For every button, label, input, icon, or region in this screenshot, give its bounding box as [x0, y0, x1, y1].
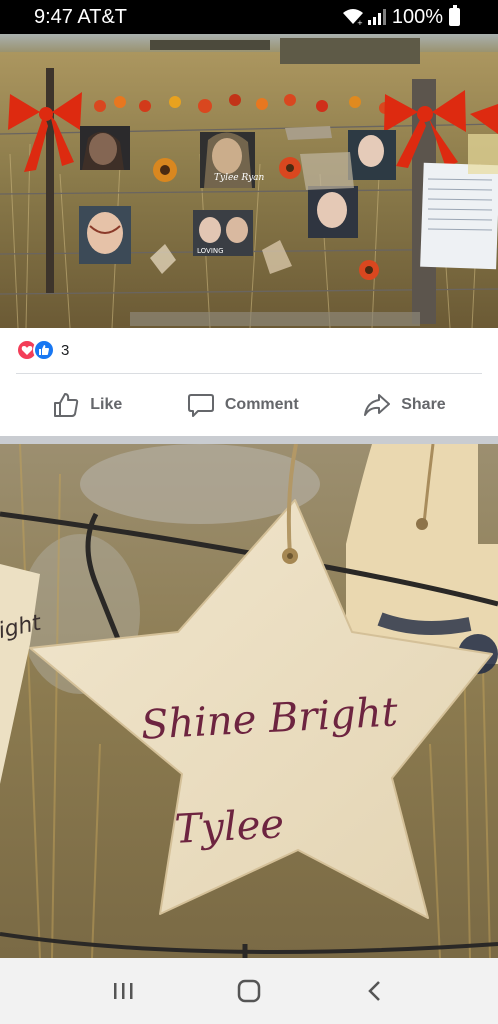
like-label: Like: [90, 396, 123, 413]
thumbs-up-icon: [54, 393, 79, 417]
status-bar: 9:47 AT&T + 100%: [0, 0, 498, 34]
wooden-star-image: ight Shine Bright Tylee: [0, 444, 498, 958]
comment-button[interactable]: Comment: [187, 391, 299, 419]
home-icon: [237, 979, 261, 1003]
photo-caption-tylee: Tylee Ryan: [214, 173, 265, 183]
status-icons: +: [342, 8, 386, 26]
post-photo-memorial-fence[interactable]: Tylee Ryan LOVING: [0, 34, 498, 328]
share-icon: [364, 394, 391, 416]
like-button[interactable]: Like: [52, 391, 122, 419]
star-text-tylee: Tylee: [173, 801, 285, 853]
post-separator: [0, 436, 498, 444]
comment-label: Comment: [224, 396, 299, 413]
back-icon: [368, 981, 380, 1001]
share-button[interactable]: Share: [363, 391, 446, 419]
battery-icon: [449, 5, 460, 26]
reaction-count: 3: [61, 341, 70, 359]
wifi-icon: +: [342, 9, 363, 26]
recent-apps-button[interactable]: [103, 971, 143, 1011]
like-reaction-icon: [33, 339, 55, 361]
back-button[interactable]: [355, 971, 395, 1011]
battery-percent: 100%: [391, 5, 443, 28]
status-time-carrier: 9:47 AT&T: [34, 5, 128, 28]
post-photo-wooden-star[interactable]: ight Shine Bright Tylee: [0, 444, 498, 958]
post-actions-bar: Like Comment Share: [0, 380, 498, 430]
recent-apps-icon: [114, 983, 133, 999]
divider: [16, 373, 482, 374]
memorial-fence-image: Tylee Ryan LOVING: [0, 34, 498, 328]
photo-caption-loving: LOVING: [197, 247, 224, 255]
comment-icon: [187, 394, 214, 417]
status-right: + 100%: [342, 5, 460, 29]
android-nav-bar: [0, 958, 498, 1024]
svg-text:+: +: [357, 19, 363, 26]
reactions-summary[interactable]: 3: [16, 339, 69, 361]
signal-icon: [367, 9, 386, 25]
share-label: Share: [401, 396, 446, 413]
home-button[interactable]: [229, 971, 269, 1011]
